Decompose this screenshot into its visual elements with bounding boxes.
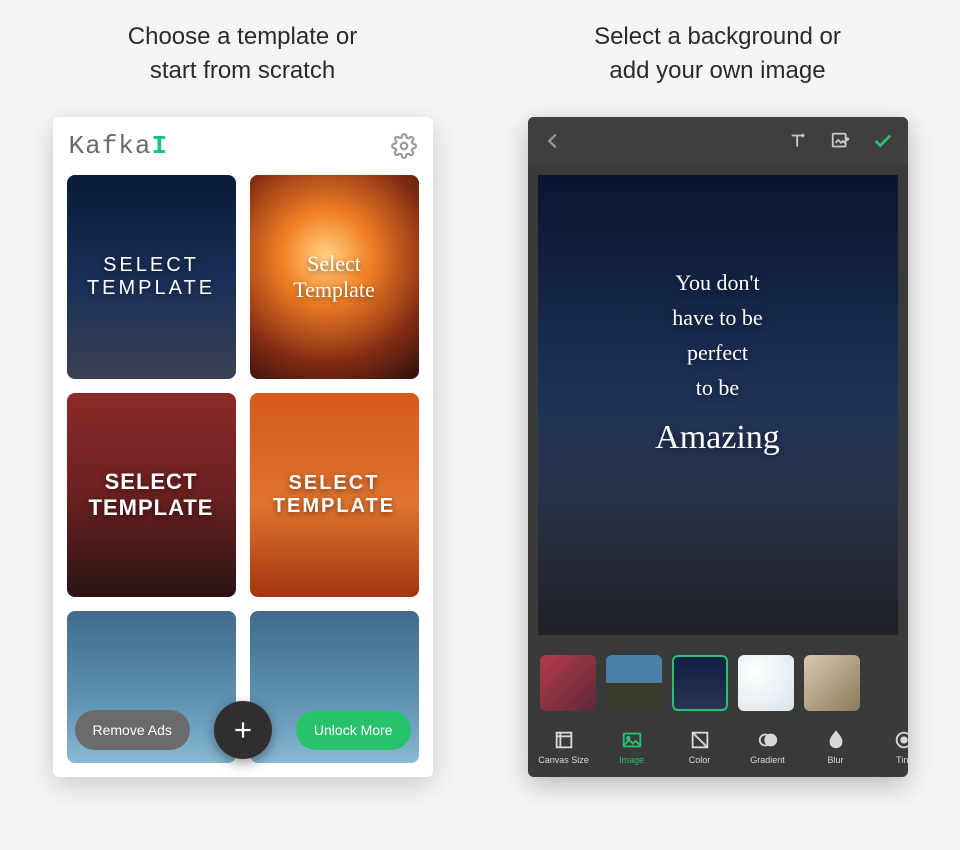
back-icon[interactable] <box>542 130 564 152</box>
tool-canvas-size[interactable]: Canvas Size <box>532 729 596 765</box>
template-tile[interactable]: SELECT TEMPLATE <box>67 175 236 379</box>
header-actions <box>788 130 894 152</box>
tile-label <box>326 679 342 695</box>
tool-label: Canvas Size <box>538 755 589 765</box>
bg-thumb-selected[interactable] <box>672 655 728 711</box>
right-panel: Select a background or add your own imag… <box>505 20 930 777</box>
background-thumbnails <box>528 645 908 721</box>
right-caption: Select a background or add your own imag… <box>594 20 841 87</box>
template-tile[interactable]: Select Template <box>250 175 419 379</box>
tile-label: SELECT TEMPLATE <box>265 464 403 526</box>
template-grid: SELECT TEMPLATE Select Template SELECT T… <box>53 175 433 777</box>
quote-line: You don't <box>675 270 759 295</box>
left-panel: Choose a template or start from scratch … <box>30 20 455 777</box>
bg-thumb[interactable] <box>738 655 794 711</box>
quote-text[interactable]: You don't have to be perfect to be Amazi… <box>655 265 780 466</box>
editor-canvas[interactable]: You don't have to be perfect to be Amazi… <box>538 175 898 635</box>
tile-label: SELECT TEMPLATE <box>81 461 222 529</box>
left-caption: Choose a template or start from scratch <box>128 20 357 87</box>
editor-app: You don't have to be perfect to be Amazi… <box>528 117 908 777</box>
bg-thumb[interactable] <box>804 655 860 711</box>
bg-thumb[interactable] <box>540 655 596 711</box>
template-tile[interactable]: SELECT TEMPLATE <box>67 393 236 597</box>
tool-label: Image <box>619 755 644 765</box>
tool-color[interactable]: Color <box>668 729 732 765</box>
editor-header <box>528 117 908 165</box>
quote-line: have to be <box>672 305 762 330</box>
logo-text: Kafka <box>69 131 152 161</box>
tool-label: Color <box>689 755 711 765</box>
tile-label <box>143 679 159 695</box>
tool-tint[interactable]: Tint <box>872 729 908 765</box>
tool-label: Blur <box>827 755 843 765</box>
tool-image[interactable]: Image <box>600 729 664 765</box>
tool-row: Canvas Size Image Color Gradient Blur <box>528 721 908 777</box>
tile-label: SELECT TEMPLATE <box>79 246 223 308</box>
logo-cursor: I <box>152 131 169 161</box>
tool-blur[interactable]: Blur <box>804 729 868 765</box>
tool-gradient[interactable]: Gradient <box>736 729 800 765</box>
template-chooser-app: KafkaI SELECT TEMPLATE Select Template S… <box>53 117 433 777</box>
confirm-icon[interactable] <box>872 130 894 152</box>
screenshots-container: Choose a template or start from scratch … <box>20 20 940 777</box>
template-tile[interactable]: SELECT TEMPLATE <box>250 393 419 597</box>
tool-label: Tint <box>896 755 907 765</box>
unlock-more-button[interactable]: Unlock More <box>296 710 411 750</box>
quote-line: perfect <box>687 340 748 365</box>
app-logo: KafkaI <box>69 131 169 161</box>
app-header: KafkaI <box>53 117 433 175</box>
add-text-icon[interactable] <box>788 130 810 152</box>
gear-icon[interactable] <box>391 133 417 159</box>
tool-label: Gradient <box>750 755 785 765</box>
quote-line: to be <box>696 375 739 400</box>
bg-thumb[interactable] <box>606 655 662 711</box>
quote-strong: Amazing <box>655 411 780 465</box>
bottom-bar: Remove Ads Unlock More <box>53 701 433 759</box>
tile-label: Select Template <box>285 243 383 311</box>
add-image-icon[interactable] <box>830 130 852 152</box>
add-button[interactable] <box>214 701 272 759</box>
remove-ads-button[interactable]: Remove Ads <box>75 710 190 750</box>
